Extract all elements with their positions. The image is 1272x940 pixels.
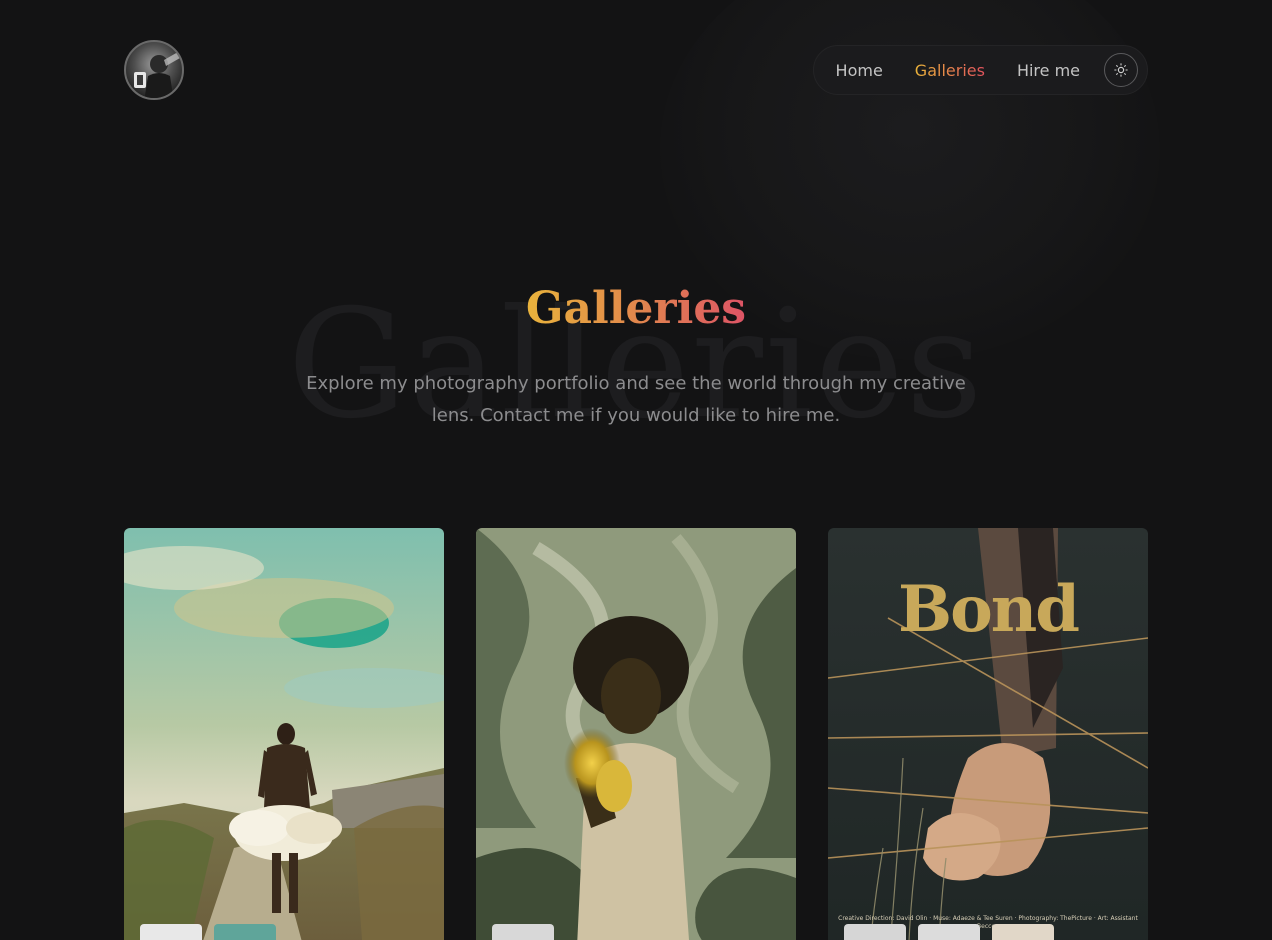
avatar-photo [134, 52, 180, 98]
thumbnail[interactable] [492, 924, 554, 940]
main-nav: Home Galleries Hire me [812, 45, 1148, 95]
gallery-card-walking-man[interactable] [124, 528, 444, 940]
thumbnail[interactable] [140, 924, 202, 940]
sun-icon [1114, 63, 1128, 77]
page-title: Galleries [0, 282, 1272, 336]
card-thumbnails [492, 924, 554, 940]
theme-toggle-button[interactable] [1104, 53, 1138, 87]
thumbnail[interactable] [992, 924, 1054, 940]
site-header: Home Galleries Hire me [124, 40, 1148, 100]
card-thumbnails [140, 924, 276, 940]
thumbnail[interactable] [214, 924, 276, 940]
thumbnail[interactable] [844, 924, 906, 940]
photo-walking-man [124, 528, 444, 940]
avatar[interactable] [124, 40, 184, 100]
thumbnail[interactable] [918, 924, 980, 940]
page-subtitle: Explore my photography portfolio and see… [306, 373, 966, 426]
nav-hire-me[interactable]: Hire me [1017, 61, 1080, 80]
page-title-text: Galleries [525, 283, 747, 334]
card-thumbnails [844, 924, 1054, 940]
gallery-card-marble-portrait[interactable] [476, 528, 796, 940]
nav-home[interactable]: Home [836, 61, 883, 80]
photo-marble-portrait [476, 528, 796, 940]
bond-poster-title: Bond [897, 572, 1080, 647]
nav-galleries[interactable]: Galleries [915, 61, 985, 80]
gallery-grid: Bond Creative Direction: David Olin · Mu… [124, 528, 1148, 940]
gallery-card-bond[interactable]: Bond Creative Direction: David Olin · Mu… [828, 528, 1148, 940]
